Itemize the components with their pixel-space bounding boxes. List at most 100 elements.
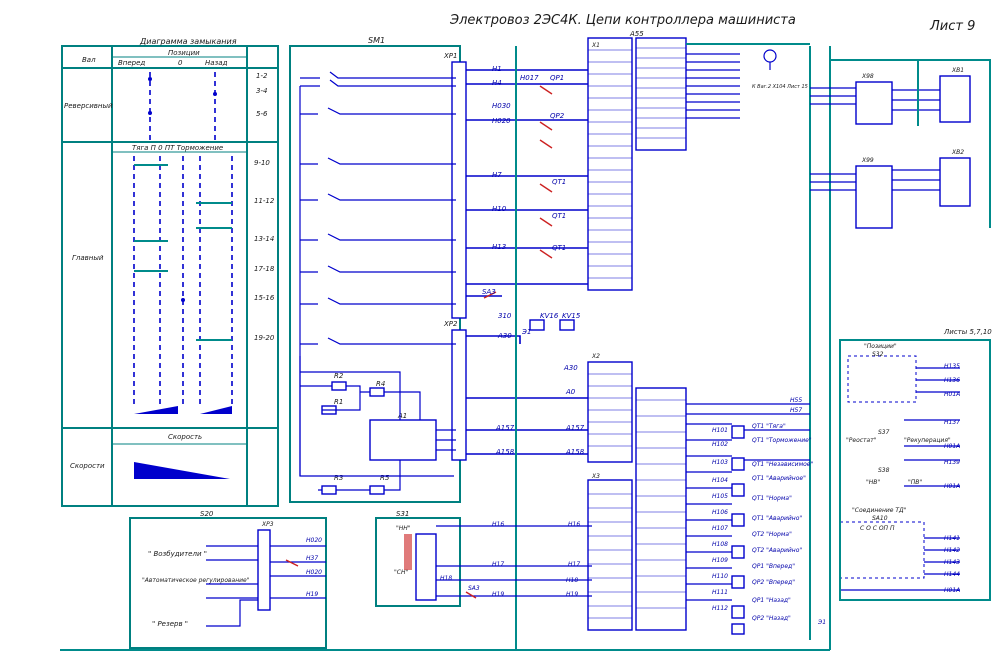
relay-label: QT2 "Аварийно" (752, 547, 802, 554)
relay-wire: Н102 (712, 441, 728, 448)
a55-block: A55 X1 X2 X3 (587, 30, 687, 631)
row-reverse: Реверсивный (64, 102, 113, 110)
s20-item: " Резерв " (152, 620, 188, 628)
wire-label: А158 (495, 448, 515, 456)
s20-block: S20 XP3 " Возбудители " "Автоматическое … (129, 510, 327, 649)
relay-wire: Н110 (712, 573, 728, 580)
qp-label: QP2 (550, 112, 565, 120)
sheet-number: Лист 9 (929, 19, 975, 34)
pair-label: 11-12 (254, 197, 275, 205)
wire-label: Н135 (944, 363, 960, 370)
relay-wire: Н101 (712, 427, 728, 434)
s31-nn: "НН" (396, 525, 411, 532)
xb1-label: XB1 (951, 67, 964, 74)
switching-diagram-table: Диаграмма замыкания Вал Позиции Вперед 0… (61, 37, 279, 507)
wire-label: Н17 (568, 561, 580, 568)
wire-label: А157 (565, 424, 585, 432)
r1-label: R1 (334, 398, 343, 406)
wire-label: Н10 (492, 205, 507, 213)
relay-wire: Н111 (712, 589, 728, 596)
x99-block: X99 XB2 (855, 149, 971, 229)
wire-label: Н7 (492, 171, 502, 179)
main-labels: Тяга П 0 ПТ Торможение (132, 144, 223, 152)
relay-label: QP2 "Вперед" (752, 579, 795, 586)
wire-label: 310 (498, 312, 512, 320)
pair-label: 5-6 (256, 110, 268, 118)
s20-item: " Возбудители " (148, 550, 207, 558)
pos-back: Назад (205, 59, 228, 67)
wire-label: Н017 (520, 74, 539, 82)
relay-wire: Н105 (712, 493, 728, 500)
x98-label: X98 (861, 73, 874, 80)
qp-label: QT1 (552, 244, 566, 252)
relay-label: QP1 "Назад" (752, 597, 791, 604)
sheet-ref: Листы 5,7,10 (943, 328, 992, 336)
xb2-label: XB2 (951, 149, 964, 156)
s37-switch: S37 "Реостат" "Рекуперация" Н137 Н01А (846, 419, 960, 450)
a55-label: A55 (629, 30, 644, 38)
row-main: Главный (72, 254, 104, 262)
wire-label: Н16 (568, 521, 580, 528)
diagram-title: Электровоз 2ЭС4К. Цепи контроллера машин… (449, 13, 796, 28)
kv15-label: KV15 (562, 312, 581, 320)
xp3-label: XP3 (261, 521, 274, 528)
s38-b: "ПВ" (908, 479, 922, 486)
h55-label: Н55 (790, 397, 802, 404)
pair-label: 17-18 (254, 265, 275, 273)
e1-right-label: Э1 (817, 619, 826, 626)
wire-label: Н16 (492, 521, 504, 528)
wire-label: Н19 (306, 591, 318, 598)
a1-label: A1 (397, 412, 407, 420)
wire-label: А158 (565, 448, 585, 456)
relay-label: QT1 "Торможение" (752, 437, 812, 444)
xp1-label: XP1 (443, 52, 457, 60)
pair-label: 1-2 (256, 72, 268, 80)
speed-header: Скорость (168, 433, 202, 441)
qp-label: QP1 (550, 74, 564, 82)
wire-label: Н1 (492, 65, 502, 73)
resistor-r2 (331, 381, 347, 391)
relay-label: QT1 "Тяга" (752, 423, 786, 430)
resistor-r3 (321, 485, 337, 495)
s38-label: S38 (878, 467, 890, 474)
qp-label: QT1 (552, 178, 566, 186)
r4-label: R4 (376, 380, 385, 388)
s38-switch: S38 "НВ" "ПВ" Н139 Н01А (866, 459, 960, 490)
relay-label: QT1 "Независимое" (752, 461, 813, 468)
s31-label: S31 (396, 510, 409, 518)
qp-label: QT1 (552, 212, 566, 220)
wire-label: Н030 (492, 102, 511, 110)
wire-label: Н13 (492, 243, 506, 251)
s38-a: "НВ" (866, 479, 880, 486)
wire-label: А157 (495, 424, 515, 432)
a1-block (369, 419, 437, 461)
pair-label: 3-4 (256, 87, 267, 95)
wire-label: Н020 (306, 569, 322, 576)
positions-title: "Позиции" (864, 343, 897, 350)
x3-label: X3 (591, 473, 600, 480)
s32-label: S32 (872, 351, 884, 358)
relay-wire: Н112 (712, 605, 728, 612)
schematic: Электровоз 2ЭС4К. Цепи контроллера машин… (60, 13, 992, 651)
wire-label: А30 (497, 332, 512, 340)
pair-label: 19-20 (254, 334, 275, 342)
wire-label: Н18 (566, 577, 578, 584)
r2-label: R2 (334, 372, 344, 380)
relay-wire: Н108 (712, 541, 728, 548)
ref-label: К Ваг.2 X104 Лист 15 (752, 84, 808, 90)
x2-label: X2 (591, 353, 600, 360)
relay-label: QT1 "Аварийное" (752, 475, 806, 482)
relay-wire: Н103 (712, 459, 728, 466)
wire-label: Н4 (492, 79, 502, 87)
resistor-r5 (369, 485, 385, 495)
kv16-label: KV16 (540, 312, 559, 320)
x98-block: X98 XB1 (855, 67, 971, 125)
pos-zero: 0 (178, 59, 183, 67)
pos-forward: Вперед (118, 59, 145, 67)
resistor-r4 (369, 387, 385, 397)
row-speed: Скорости (70, 462, 105, 470)
sa3-label: SA3 (482, 288, 496, 296)
connector-x104 (763, 49, 777, 63)
pair-label: 9-10 (254, 159, 270, 167)
td-cols: С О С ОП П (860, 525, 895, 532)
